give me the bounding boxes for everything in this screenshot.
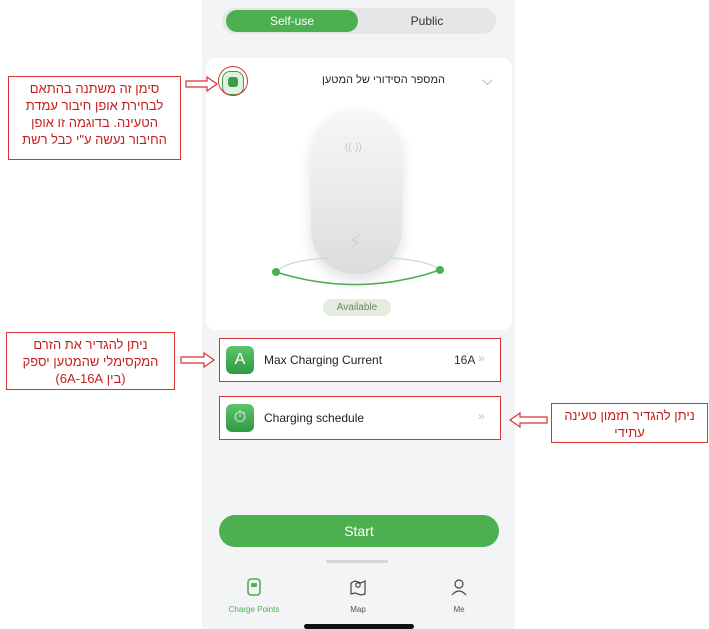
setting-label: Max Charging Current	[264, 353, 383, 367]
ring-dot-left	[272, 268, 280, 276]
annotation-line: (בין 6A-16A)	[55, 371, 126, 386]
tab-label: Map	[350, 605, 366, 614]
annotation-line: ניתן להגדיר תזמון טעינה	[564, 408, 695, 423]
wireless-icon: ((·))	[345, 142, 362, 153]
tab-self-use[interactable]: Self-use	[226, 10, 358, 32]
start-button[interactable]: Start	[219, 515, 499, 547]
annotation-line: ניתן להגדיר את הזרם	[33, 337, 148, 352]
sheet-handle[interactable]	[326, 560, 388, 563]
user-icon	[451, 579, 467, 596]
annotation-arrow-left	[508, 412, 548, 428]
annotation-arrow-right	[180, 352, 216, 368]
clock-icon: ⏱	[226, 404, 254, 432]
ampere-icon: A	[226, 346, 254, 374]
map-icon	[350, 580, 366, 596]
tab-charge-points[interactable]: Charge Points	[219, 578, 289, 614]
max-charging-current-row[interactable]: A Max Charging Current 16A »	[219, 338, 501, 382]
annotation-line: לבחירת אופן חיבור עמדת	[25, 98, 164, 113]
charger-icon	[247, 578, 261, 596]
chevron-down-icon[interactable]: ⌵	[482, 72, 493, 89]
setting-value: 16A	[454, 353, 476, 367]
chevron-right-icon: »	[478, 409, 485, 423]
annotation-line: המקסימלי שהמטען יספק	[22, 354, 159, 369]
annotation-max-current: ניתן להגדיר את הזרם המקסימלי שהמטען יספק…	[6, 332, 175, 390]
status-badge: Available	[323, 299, 391, 316]
annotation-line: החיבור נעשה ע"י כבל רשת	[22, 132, 167, 147]
mode-segmented-control: Self-use Public	[222, 8, 496, 34]
charger-serial-number[interactable]: המספר הסידורי של המטען	[255, 74, 445, 86]
tab-public[interactable]: Public	[362, 10, 492, 32]
annotation-circle	[218, 66, 248, 96]
annotation-connection-type: סימן זה משתנה בהתאם לבחירת אופן חיבור עמ…	[8, 76, 181, 160]
annotation-line: סימן זה משתנה בהתאם	[29, 81, 160, 96]
charging-ring	[272, 257, 444, 286]
tab-me[interactable]: Me	[424, 578, 494, 614]
tab-label: Me	[453, 605, 465, 614]
home-indicator	[304, 624, 414, 629]
ring-dot-right	[436, 266, 444, 274]
charging-schedule-row[interactable]: ⏱ Charging schedule »	[219, 396, 501, 440]
setting-label: Charging schedule	[264, 411, 365, 425]
chevron-right-icon: »	[478, 351, 485, 365]
tab-label: Charge Points	[228, 605, 280, 614]
tab-map[interactable]: Map	[323, 578, 393, 614]
annotation-line: עתידי	[614, 425, 645, 440]
annotation-line: הטעינה. בדוגמה זו אופן	[31, 115, 158, 130]
annotation-arrow-right	[185, 76, 219, 92]
annotation-schedule: ניתן להגדיר תזמון טעינה עתידי	[551, 403, 708, 443]
